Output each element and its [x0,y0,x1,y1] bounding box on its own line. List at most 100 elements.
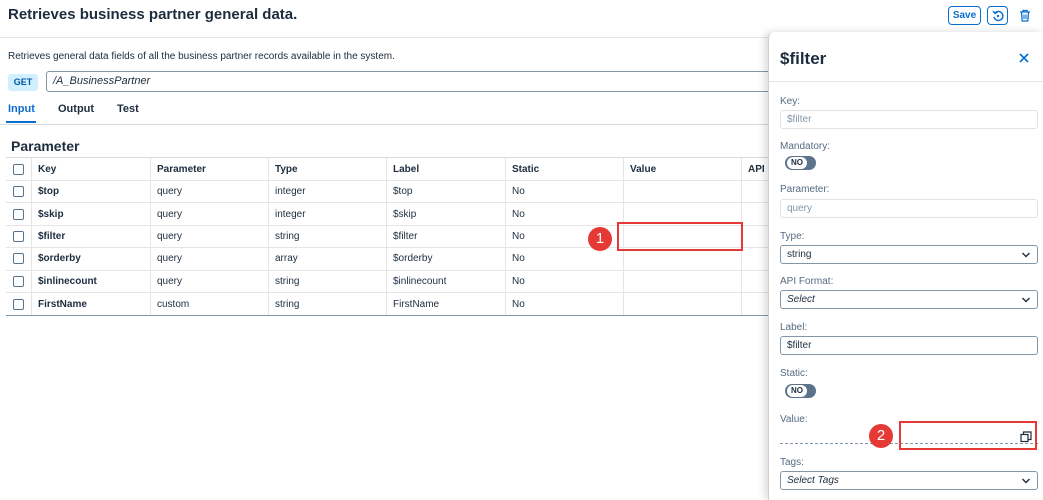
tab-output[interactable]: Output [58,103,94,115]
table-row[interactable]: $top query integer $top No [6,181,781,204]
active-tab-indicator [6,121,36,123]
cell-parameter: query [150,225,268,248]
close-icon [1019,53,1029,63]
row-checkbox[interactable] [13,208,24,220]
tags-label: Tags: [780,457,804,468]
cell-key: $orderby [31,248,150,270]
cell-type: string [268,225,386,248]
row-checkbox[interactable] [13,298,24,310]
cell-type: string [268,292,386,316]
column-header-value: Value [623,158,741,180]
static-toggle-text: NO [787,385,807,397]
tab-test[interactable]: Test [117,103,139,115]
cell-label: $top [386,181,505,203]
cell-static: No [505,248,623,270]
cell-label: $filter [386,225,505,248]
page-description: Retrieves general data fields of all the… [8,51,395,62]
row-checkbox-cell [6,181,31,202]
http-method-badge: GET [8,74,38,91]
cell-label: $orderby [386,248,505,270]
trash-icon [1020,9,1030,22]
cell-key: $top [31,181,150,203]
row-checkbox-cell [6,248,31,269]
api-format-select[interactable]: Select [780,290,1038,309]
page-title: Retrieves business partner general data. [8,6,298,23]
column-header-static: Static [505,158,623,180]
cell-type: integer [268,203,386,225]
row-checkbox[interactable] [13,253,24,265]
value-label: Value: [780,414,808,425]
static-toggle[interactable]: NO [785,384,816,398]
cell-value[interactable] [623,248,741,270]
restore-icon [991,10,1004,21]
highlight-box-value-field [899,421,1037,450]
label-label: Label: [780,322,808,333]
parameter-field: query [780,199,1038,218]
cell-parameter: query [150,270,268,292]
close-button[interactable] [1017,51,1031,65]
panel-title: $filter [780,49,827,68]
row-checkbox-cell [6,226,31,247]
step-badge-2: 2 [869,424,893,448]
type-select[interactable]: string [780,245,1038,264]
select-all-cell [6,158,31,180]
cell-static: No [505,203,623,225]
cell-key: $inlinecount [31,270,150,292]
cell-type: integer [268,181,386,203]
panel-divider [769,81,1043,82]
key-label: Key: [780,96,801,107]
cell-static: No [505,181,623,203]
cell-parameter: query [150,203,268,225]
tags-select[interactable]: Select Tags [780,471,1038,490]
column-header-label: Label [386,158,505,180]
table-header-row: Key Parameter Type Label Static Value AP… [6,158,781,181]
tabs-divider [0,124,770,125]
tab-input[interactable]: Input [8,103,35,115]
api-format-label: API Format: [780,276,834,287]
mandatory-toggle[interactable]: NO [785,156,816,170]
cell-parameter: query [150,248,268,270]
cell-key: $filter [31,225,150,248]
highlight-box-value-cell [617,222,743,251]
restore-button[interactable] [987,6,1008,25]
table-row[interactable]: $inlinecount query string $inlinecount N… [6,270,781,293]
chevron-down-icon [1022,297,1030,303]
type-select-value: string [787,249,812,260]
cell-key: FirstName [31,292,150,316]
cell-static: No [505,292,623,316]
save-button[interactable]: Save [948,6,981,25]
table-row[interactable]: $orderby query array $orderby No [6,248,781,271]
static-label: Static: [780,368,808,379]
mandatory-label: Mandatory: [780,141,831,152]
mandatory-toggle-text: NO [787,157,807,169]
column-header-type: Type [268,158,386,180]
row-checkbox-cell [6,203,31,224]
resource-path-field[interactable]: /A_BusinessPartner [46,71,786,92]
api-format-select-value: Select [787,294,815,305]
cell-parameter: custom [150,292,268,316]
delete-button[interactable] [1017,7,1033,23]
table-row[interactable]: FirstName custom string FirstName No [6,292,781,316]
row-checkbox[interactable] [13,186,24,198]
label-input[interactable]: $filter [780,336,1038,355]
column-header-key: Key [31,158,150,180]
cell-type: array [268,248,386,270]
select-all-checkbox[interactable] [13,163,24,175]
cell-value[interactable] [623,270,741,292]
cell-label: FirstName [386,292,505,316]
chevron-down-icon [1022,252,1030,258]
cell-value[interactable] [623,292,741,316]
cell-parameter: query [150,181,268,203]
parameter-section-title: Parameter [11,138,80,154]
cell-value[interactable] [623,181,741,203]
cell-label: $skip [386,203,505,225]
column-header-parameter: Parameter [150,158,268,180]
row-checkbox-cell [6,293,31,315]
cell-label: $inlinecount [386,270,505,292]
row-checkbox[interactable] [13,230,24,242]
parameter-label: Parameter: [780,184,830,195]
cell-static: No [505,270,623,292]
cell-key: $skip [31,203,150,225]
row-checkbox[interactable] [13,275,24,287]
row-checkbox-cell [6,271,31,292]
